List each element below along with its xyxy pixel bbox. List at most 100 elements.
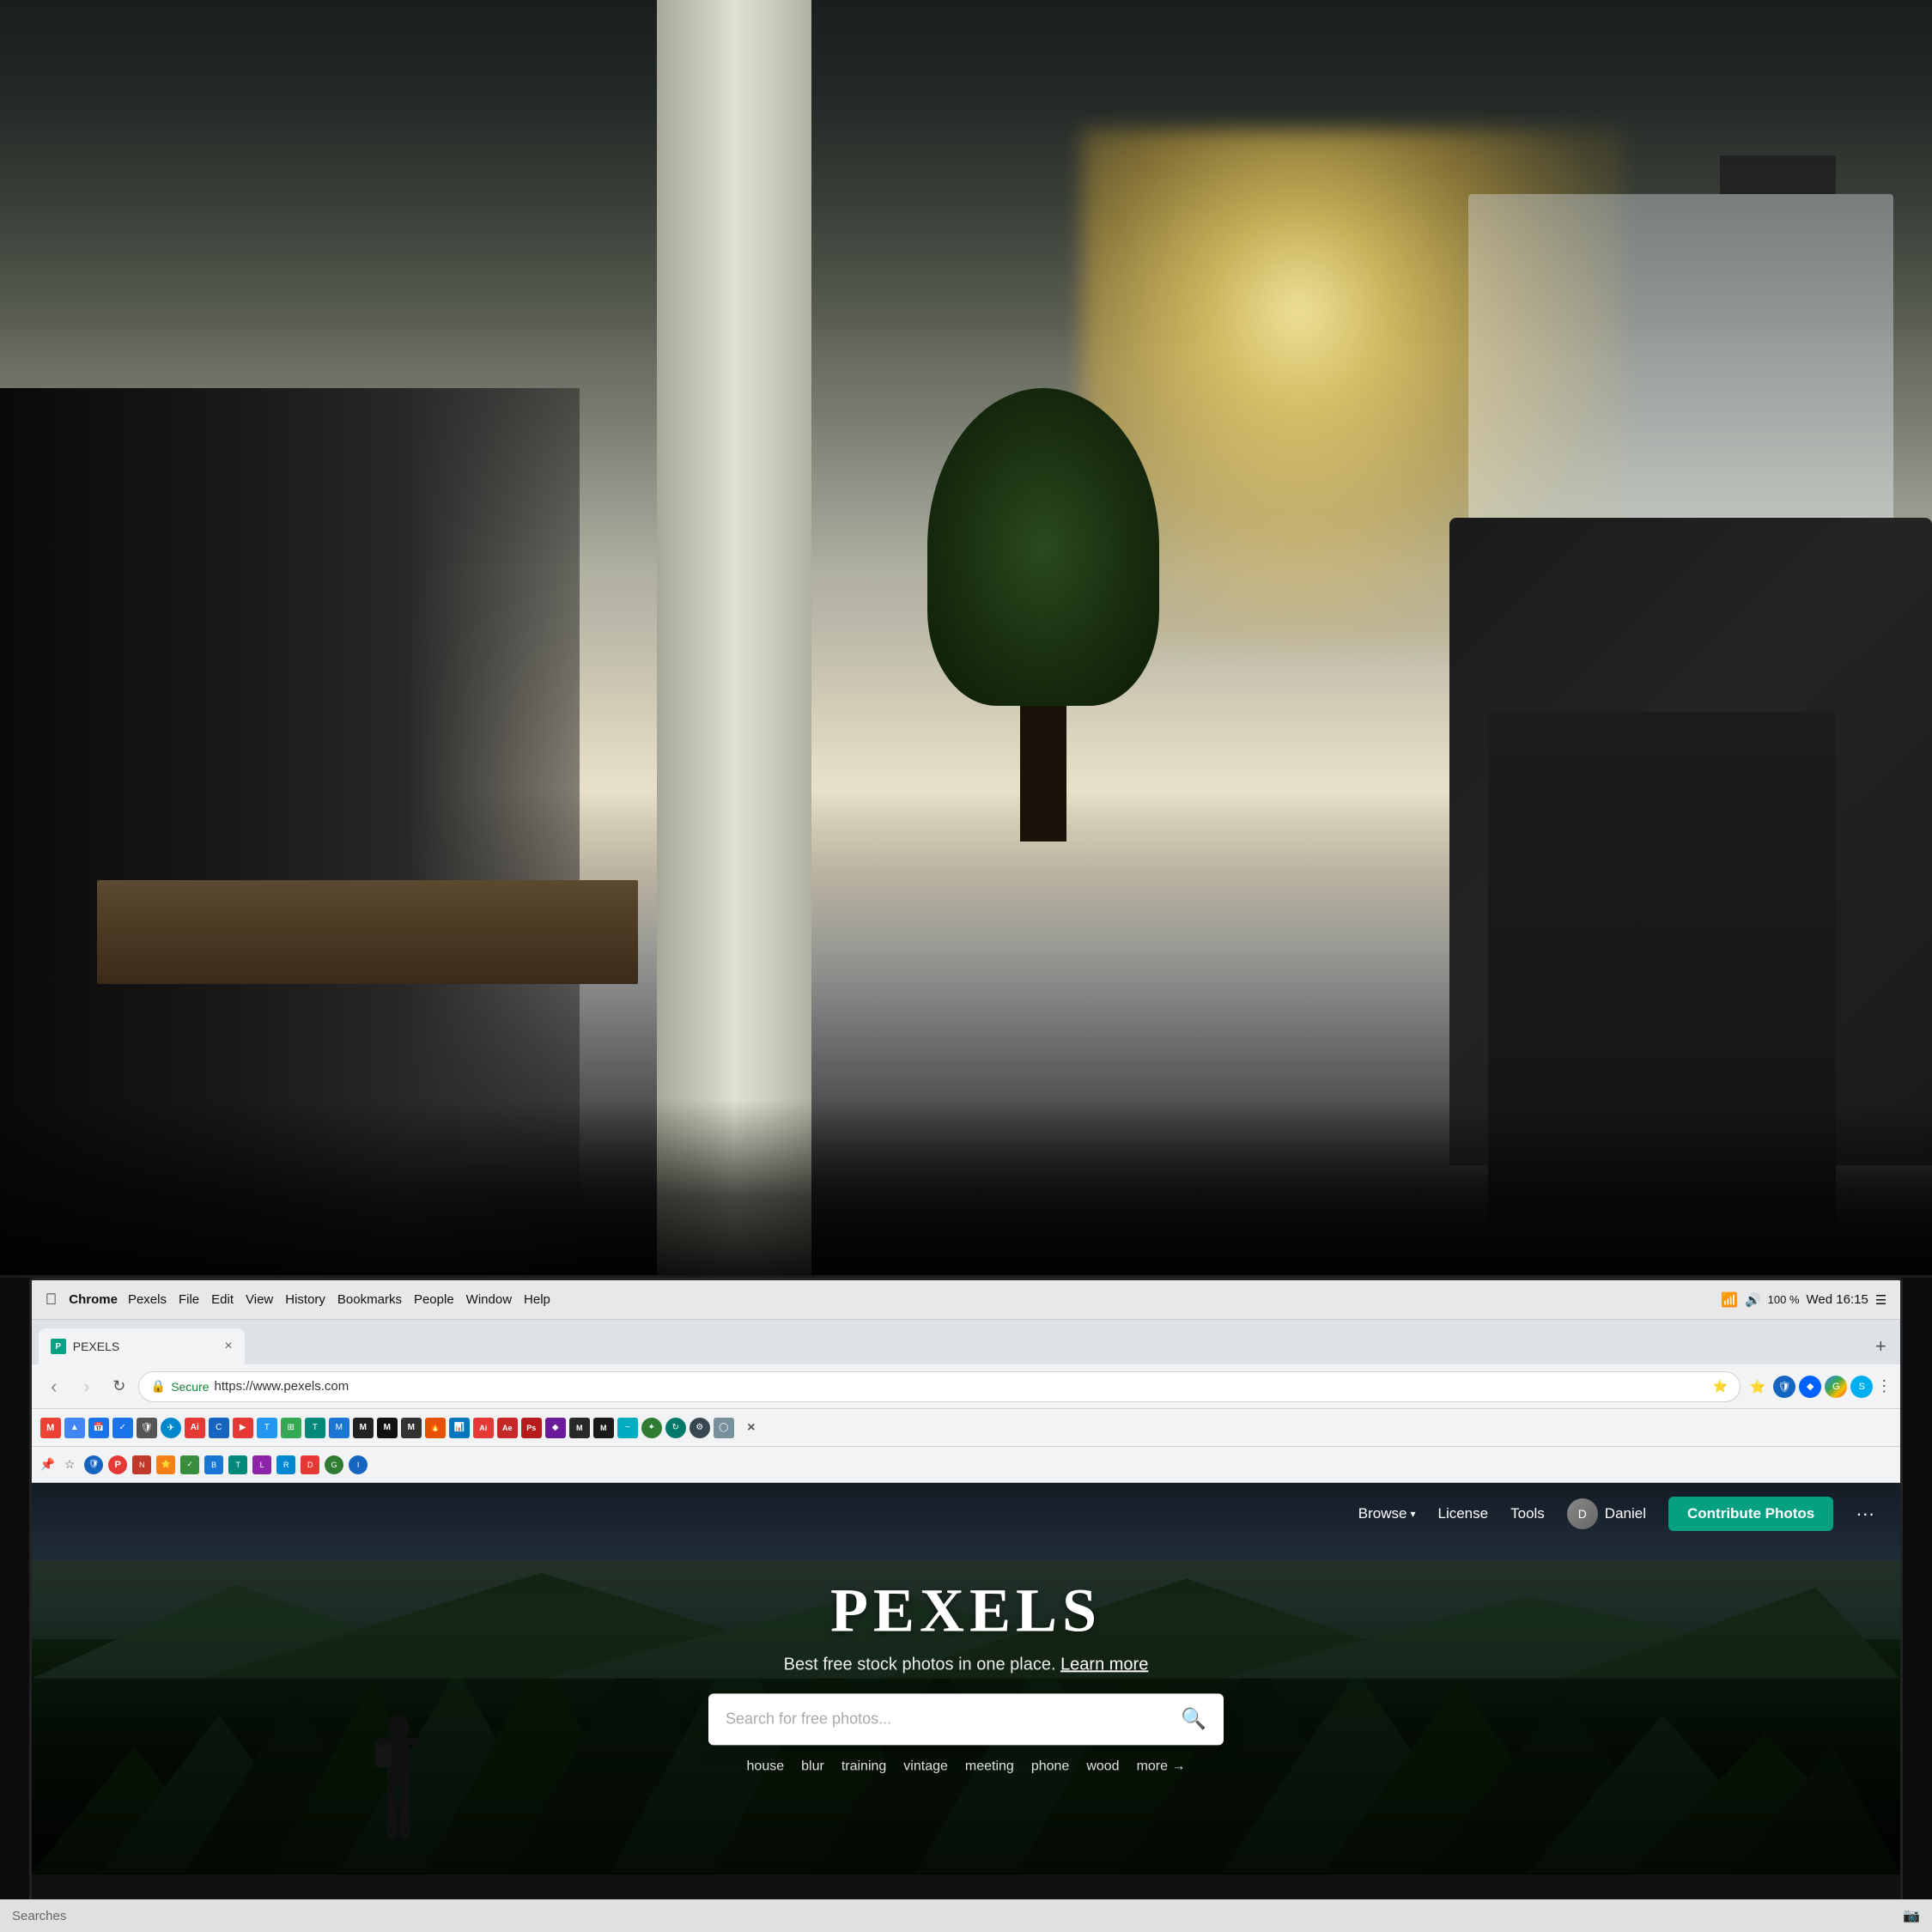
google-drive-icon[interactable]: ▲ — [64, 1418, 85, 1438]
bk-ext2[interactable]: ⭐ — [156, 1455, 175, 1474]
menu-file[interactable]: Pexels — [128, 1292, 167, 1307]
menu-people[interactable]: People — [414, 1292, 454, 1307]
bk-ext6[interactable]: L — [252, 1455, 271, 1474]
bk-ext3[interactable]: ✓ — [180, 1455, 199, 1474]
sheets-icon[interactable]: ⊞ — [281, 1418, 301, 1438]
ext-red1[interactable]: ▶ — [233, 1418, 253, 1438]
menu-history[interactable]: History — [285, 1292, 325, 1307]
telegram-icon[interactable]: ✈ — [161, 1418, 181, 1438]
tools-nav-item[interactable]: Tools — [1510, 1505, 1545, 1522]
adobe4-icon[interactable]: Ps — [521, 1418, 542, 1438]
ext-m3[interactable]: M — [401, 1418, 422, 1438]
ext-last[interactable]: ◯ — [714, 1418, 734, 1438]
bk-ext8[interactable]: D — [301, 1455, 319, 1474]
ext-m2[interactable]: M — [377, 1418, 398, 1438]
user-name: Daniel — [1605, 1505, 1646, 1522]
calendar-icon[interactable]: 📅 — [88, 1418, 109, 1438]
pexels-nav: Browse ▾ License Tools D Daniel Contribu… — [32, 1483, 1901, 1545]
apple-menu-icon[interactable]:  — [46, 1291, 58, 1309]
ext-blue2[interactable]: T — [257, 1418, 277, 1438]
ext-chart[interactable]: 📊 — [449, 1418, 470, 1438]
browser-tab[interactable]: P PEXELS × — [39, 1328, 245, 1364]
gmail-icon[interactable]: M — [40, 1418, 61, 1438]
bookmark-icon[interactable]: ⭐ — [1746, 1375, 1770, 1399]
suggestion-wood[interactable]: wood — [1086, 1759, 1119, 1774]
skype-ext-icon[interactable]: S — [1850, 1376, 1873, 1398]
suggestion-meeting[interactable]: meeting — [965, 1759, 1014, 1774]
menu-edit[interactable]: Edit — [211, 1292, 234, 1307]
forward-button[interactable]: › — [73, 1373, 100, 1400]
contribute-photos-button[interactable]: Contribute Photos — [1668, 1497, 1833, 1531]
user-menu[interactable]: D Daniel — [1567, 1498, 1646, 1529]
ext-orange1[interactable]: 🔥 — [425, 1418, 446, 1438]
battery-icon[interactable]: 100 % — [1768, 1293, 1800, 1306]
notification-icon[interactable]: ☰ — [1875, 1292, 1886, 1308]
bk-ext9[interactable]: G — [325, 1455, 343, 1474]
menu-bookmarks[interactable]: Bookmarks — [337, 1292, 402, 1307]
license-nav-item[interactable]: License — [1438, 1505, 1489, 1522]
suggestion-phone[interactable]: phone — [1031, 1759, 1070, 1774]
hero-content: PEXELS Best free stock photos in one pla… — [708, 1575, 1224, 1774]
suggestion-house[interactable]: house — [747, 1759, 785, 1774]
google-ext-icon[interactable]: G — [1825, 1376, 1847, 1398]
menu-view[interactable]: View — [246, 1292, 273, 1307]
more-extensions-icon[interactable]: ⋮ — [1876, 1377, 1892, 1395]
person-silhouette-svg — [368, 1711, 428, 1874]
app-name[interactable]: Chrome — [69, 1292, 118, 1307]
adobe2-icon[interactable]: Ai — [473, 1418, 494, 1438]
back-button[interactable]: ‹ — [40, 1373, 68, 1400]
address-bar[interactable]: 🔒 Secure https://www.pexels.com ⭐ — [138, 1371, 1741, 1402]
reload-button[interactable]: ↻ — [106, 1373, 133, 1400]
suggestion-vintage[interactable]: vintage — [903, 1759, 948, 1774]
tab-close-button[interactable]: × — [224, 1339, 232, 1354]
menu-file[interactable]: File — [179, 1292, 199, 1307]
taskbar-status: Searches — [12, 1909, 66, 1923]
monitor-frame:  Chrome Pexels File Edit View History B… — [0, 1275, 1932, 1932]
browse-dropdown-icon: ▾ — [1410, 1508, 1415, 1520]
pin-icon[interactable]: 📌 — [40, 1457, 55, 1472]
suggestion-training[interactable]: training — [841, 1759, 886, 1774]
bk-ext4[interactable]: B — [204, 1455, 223, 1474]
menu-window[interactable]: Window — [466, 1292, 512, 1307]
bk-ext5[interactable]: T — [228, 1455, 247, 1474]
bk-ext10[interactable]: I — [349, 1455, 368, 1474]
nav-more-button[interactable]: ··· — [1856, 1503, 1874, 1525]
ext-refresh[interactable]: ↻ — [665, 1418, 686, 1438]
bk-shield[interactable]: 🛡 — [84, 1455, 103, 1474]
menu-help[interactable]: Help — [524, 1292, 550, 1307]
browse-nav-item[interactable]: Browse ▾ — [1358, 1505, 1416, 1522]
ext-blue3[interactable]: M — [329, 1418, 349, 1438]
dropbox-ext-icon[interactable]: ◆ — [1799, 1376, 1821, 1398]
ext-medium5[interactable]: M — [593, 1418, 614, 1438]
ext-medium4[interactable]: M — [569, 1418, 590, 1438]
bk-pinterest[interactable]: P — [108, 1455, 127, 1474]
wifi-icon[interactable]: 📶 — [1721, 1291, 1738, 1309]
ext-wave[interactable]: ~ — [617, 1418, 638, 1438]
suggestions-more-button[interactable]: more → — [1137, 1759, 1186, 1774]
volume-icon[interactable]: 🔊 — [1745, 1292, 1761, 1308]
adobe-icon[interactable]: Ai — [185, 1418, 205, 1438]
bookmark-star[interactable]: ☆ — [60, 1455, 79, 1474]
new-tab-button[interactable]: + — [1868, 1334, 1893, 1359]
ext-teal1[interactable]: T — [305, 1418, 325, 1438]
learn-more-link[interactable]: Learn more — [1060, 1655, 1148, 1674]
instagram-icon[interactable]: 📷 — [1903, 1907, 1920, 1924]
ext-green1[interactable]: ✦ — [641, 1418, 662, 1438]
search-icon[interactable]: 🔍 — [1181, 1707, 1206, 1732]
shield-ext-icon[interactable]: 🛡 — [1773, 1376, 1795, 1398]
ext-purple1[interactable]: ◆ — [545, 1418, 566, 1438]
site-logo: PEXELS — [708, 1575, 1224, 1646]
close-tab-btn[interactable]: × — [741, 1418, 762, 1438]
bk-ext1[interactable]: N — [132, 1455, 151, 1474]
secure-icon: 🔒 — [151, 1379, 166, 1394]
todo-icon[interactable]: ✓ — [112, 1418, 133, 1438]
tab-title: PEXELS — [73, 1340, 119, 1353]
suggestion-blur[interactable]: blur — [801, 1759, 824, 1774]
adobe3-icon[interactable]: Ae — [497, 1418, 518, 1438]
shield2-icon[interactable]: 🛡 — [137, 1418, 157, 1438]
bk-ext7[interactable]: R — [276, 1455, 295, 1474]
search-bar[interactable]: Search for free photos... 🔍 — [708, 1693, 1224, 1745]
medium-icon[interactable]: M — [353, 1418, 374, 1438]
ext-blue1[interactable]: C — [209, 1418, 229, 1438]
ext-settings[interactable]: ⚙ — [690, 1418, 710, 1438]
